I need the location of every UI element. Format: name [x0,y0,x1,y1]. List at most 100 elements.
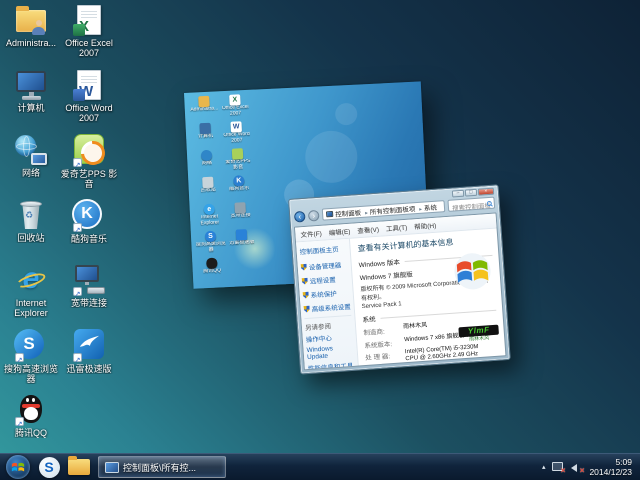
sidebar-item-system-protection[interactable]: 系统保护 [302,287,350,300]
sidebar-item-control-panel-home[interactable]: 控制面板主页 [299,243,347,256]
desktop-icon-administrator[interactable]: Administra... [2,2,60,67]
computer-icon [14,68,48,102]
desktop-icon-kugou[interactable]: K 酷狗音乐 [60,197,118,262]
network-globe-icon [14,133,48,167]
menu-edit[interactable]: 编辑(E) [328,226,350,237]
sidebar-item-performance-tools[interactable]: 性能信息和工具 [307,360,355,371]
preview-icon: K酷狗音乐 [223,175,255,203]
desktop-icon-qq[interactable]: 腾讯QQ [2,392,60,457]
icon-label: Office Excel 2007 [60,38,118,58]
system-window[interactable]: – □ × 控制面板 所有控制面板项 系统 搜索控制面板 文件(F) 编辑(E)… [288,184,511,374]
see-also-header: 另请参阅 [305,319,353,332]
ylmf-oem-logo: YlmF 雨林木风 [458,325,499,344]
icon-label: 搜狗高速浏览器 [2,364,60,384]
lens-flare [304,130,358,184]
icon-label: 酷狗音乐 [60,234,118,244]
sidebar-item-device-manager[interactable]: 设备管理器 [300,259,348,272]
desktop-icon-office-word[interactable]: W Office Word 2007 [60,67,118,132]
desktop-icon-office-excel[interactable]: X Office Excel 2007 [60,2,118,67]
sogou-icon: S [14,329,48,363]
uac-shield-icon [302,277,308,284]
forward-button[interactable] [308,209,320,221]
kugou-icon: K [72,199,106,233]
close-button[interactable]: × [478,188,494,196]
preview-icon: 网络 [191,149,223,177]
preview-icon: 爱奇艺PPS 影音 [222,148,254,176]
shortcut-arrow-icon [15,417,24,426]
volume-muted-icon[interactable]: × [570,462,583,473]
taskbar-task-control-panel[interactable]: 控制面板\所有控... [98,456,226,478]
system-tray: ▴ × × 5:09 2014/12/23 [542,457,640,477]
shortcut-arrow-icon [15,353,24,362]
icon-label: Office Word 2007 [60,103,118,123]
windows-logo-icon [11,460,25,474]
uac-shield-icon [303,305,309,312]
system-breadcrumb-icon [326,211,333,217]
minimize-button[interactable]: – [452,190,464,198]
pps-icon [72,134,106,168]
menu-help[interactable]: 帮助(H) [414,220,437,232]
sidebar-item-remote-settings[interactable]: 远程设置 [301,273,349,286]
taskbar-explorer-button[interactable] [68,456,90,478]
window-body: 文件(F) 编辑(E) 查看(V) 工具(T) 帮助(H) 控制面板主页 设备管… [294,212,507,370]
preview-icon: 腾讯QQ [196,257,228,285]
preview-icon: 计算机 [190,122,222,150]
desktop-icon-recycle-bin[interactable]: ♻ 回收站 [2,197,60,262]
xunlei-bird-icon [72,329,106,363]
network-status-icon[interactable]: × [551,462,564,473]
shortcut-arrow-icon [73,353,82,362]
icon-label: 迅雷极速版 [60,364,118,374]
qq-penguin-icon [14,393,48,427]
icon-label: 计算机 [2,103,60,113]
uac-shield-icon [303,291,309,298]
preview-icon: Administra... [188,95,220,123]
preview-icon: eInternet Explorer [193,203,225,231]
clock-time: 5:09 [589,457,632,467]
recycle-bin-icon: ♻ [14,198,48,232]
sidebar-item-action-center[interactable]: 操作中心 [305,331,353,344]
clock-date: 2014/12/23 [589,467,632,477]
breadcrumb-all-items[interactable]: 所有控制面板项 [363,203,416,217]
icon-label: 宽带连接 [60,298,118,308]
uac-shield-icon [301,263,307,270]
shortcut-arrow-icon [73,158,82,167]
desktop-icon-broadband[interactable]: 宽带连接 [60,262,118,327]
desktop-icon-network[interactable]: 网络 [2,132,60,197]
ie-icon: e [14,263,48,297]
icon-label: 腾讯QQ [2,428,60,438]
sidebar-item-advanced-settings[interactable]: 高级系统设置 [303,301,351,314]
icon-label: 网络 [2,168,60,178]
sidebar-item-windows-update[interactable]: Windows Update [306,343,354,360]
system-window-icon [105,462,119,473]
breadcrumb-system[interactable]: 系统 [417,202,437,213]
icon-label: Administra... [2,38,60,48]
menu-tools[interactable]: 工具(T) [386,222,408,233]
taskbar-clock[interactable]: 5:09 2014/12/23 [589,457,632,477]
desktop-icon-sogou-browser[interactable]: S 搜狗高速浏览器 [2,327,60,392]
menu-file[interactable]: 文件(F) [300,228,322,239]
desktop-icon-xunlei[interactable]: 迅雷极速版 [60,327,118,392]
desktop-icon-internet-explorer[interactable]: e Internet Explorer [2,262,60,327]
windows-flag-logo [452,251,493,292]
folder-user-icon [14,3,48,37]
breadcrumb-control-panel[interactable]: 控制面板 [335,207,362,219]
search-input[interactable]: 搜索控制面板 [447,197,495,212]
preview-icon: 迅雷极速版 [226,229,258,257]
desktop-icon-computer[interactable]: 计算机 [2,67,60,132]
folder-icon [68,459,90,475]
preview-icon: 回收站 [192,176,224,204]
start-button[interactable] [6,455,30,479]
desktop-wallpaper: Administra... 计算机 网络 ♻ 回收站 e Internet Ex… [0,0,640,480]
preview-icon: XOffice Excel 2007 [219,94,251,122]
preview-icon: WOffice Word 2007 [220,121,252,149]
preview-icon: 宽带连接 [224,202,256,230]
desktop-icon-pps[interactable]: 爱奇艺PPS 影音 [60,132,118,197]
menu-view[interactable]: 查看(V) [357,224,379,235]
taskbar-sogou-button[interactable]: S [38,456,60,478]
sogou-icon: S [39,457,60,478]
back-button[interactable] [294,210,306,222]
tray-overflow-button[interactable]: ▴ [542,463,546,471]
system-main-content: 查看有关计算机的基本信息 Windows 版本 Windows 7 旗舰版 版权… [350,229,506,366]
maximize-button[interactable]: □ [465,189,477,197]
preview-icon: S搜狗高速浏览器 [195,230,227,258]
